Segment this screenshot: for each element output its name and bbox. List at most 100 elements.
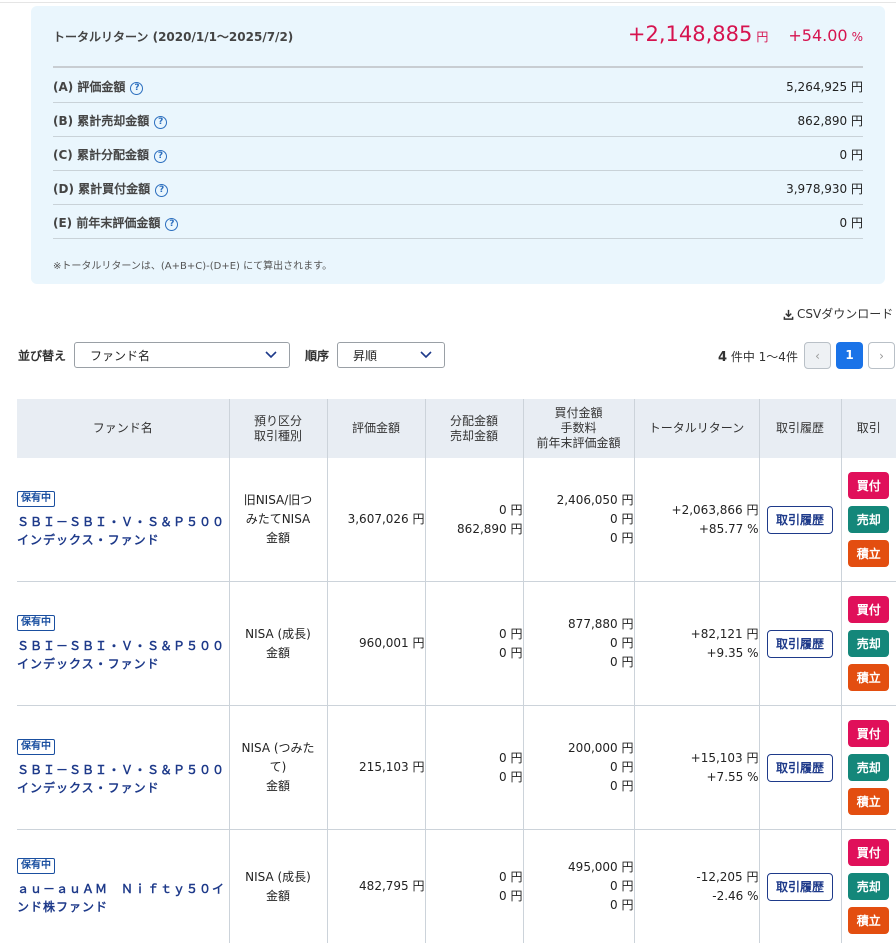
transaction-history-button[interactable]: 取引履歴	[767, 873, 833, 901]
header-distribution: 分配金額売却金額	[425, 399, 523, 458]
total-return-summary: トータルリターン (2020/1/1〜2025/7/2) +2,148,885 円…	[31, 6, 885, 284]
fund-cell: 保有中 ＳＢＩ－ＳＢＩ・Ｖ・Ｓ＆Ｐ５００インデックス・ファンド	[17, 458, 229, 582]
total-return-percent: +54.00	[788, 26, 847, 45]
accumulate-button[interactable]: 積立	[848, 907, 889, 934]
help-circle-icon[interactable]: ?	[154, 150, 167, 163]
summary-row-value: 5,264,925 円	[786, 78, 863, 95]
total-return-unit: 円	[756, 30, 768, 44]
valuation-cell: 482,795 円	[327, 830, 425, 943]
sell-button[interactable]: 売却	[848, 506, 889, 533]
sell-button[interactable]: 売却	[848, 754, 889, 781]
buy-button[interactable]: 買付	[848, 472, 889, 499]
trade-cell: 買付 売却 積立	[841, 706, 896, 830]
help-circle-icon[interactable]: ?	[130, 82, 143, 95]
trade-cell: 買付 売却 積立	[841, 458, 896, 582]
help-circle-icon[interactable]: ?	[165, 218, 178, 231]
table-row: 保有中 ＳＢＩ－ＳＢＩ・Ｖ・Ｓ＆Ｐ５００インデックス・ファンド NISA (つみ…	[17, 706, 896, 830]
summary-row-label: (B) 累計売却金額	[53, 114, 149, 128]
order-label: 順序	[305, 347, 329, 364]
buy-button[interactable]: 買付	[848, 596, 889, 623]
result-count: 4 件中 1〜4件	[718, 348, 798, 365]
fund-name-link[interactable]: ａｕ－ａｕＡＭ Ｎｉｆｔｙ５０インド株ファンド	[17, 880, 229, 916]
transaction-history-button[interactable]: 取引履歴	[767, 630, 833, 658]
valuation-cell: 960,001 円	[327, 582, 425, 706]
sell-button[interactable]: 売却	[848, 630, 889, 657]
summary-row-value: 3,978,930 円	[786, 180, 863, 197]
summary-row-label: (D) 累計買付金額	[53, 182, 150, 196]
fund-cell: 保有中 ＳＢＩ－ＳＢＩ・Ｖ・Ｓ＆Ｐ５００インデックス・ファンド	[17, 582, 229, 706]
transaction-history-button[interactable]: 取引履歴	[767, 506, 833, 534]
header-account-type: 預り区分取引種別	[229, 399, 327, 458]
page-button-1[interactable]: 1	[836, 342, 863, 369]
account-type-cell: NISA (つみたて)金額	[229, 706, 327, 830]
holdings-table: ファンド名 預り区分取引種別 評価金額 分配金額売却金額 買付金額手数料前年末評…	[17, 399, 896, 943]
purchase-cell: 877,880 円0 円0 円	[523, 582, 634, 706]
header-fund-name: ファンド名	[17, 399, 229, 458]
help-circle-icon[interactable]: ?	[154, 116, 167, 129]
purchase-cell: 2,406,050 円0 円0 円	[523, 458, 634, 582]
distribution-cell: 0 円0 円	[425, 830, 523, 943]
csv-download-link[interactable]: CSVダウンロード	[783, 305, 893, 322]
table-header-row: ファンド名 預り区分取引種別 評価金額 分配金額売却金額 買付金額手数料前年末評…	[17, 399, 896, 458]
purchase-cell: 495,000 円0 円0 円	[523, 830, 634, 943]
history-cell: 取引履歴	[759, 706, 841, 830]
fund-name-link[interactable]: ＳＢＩ－ＳＢＩ・Ｖ・Ｓ＆Ｐ５００インデックス・ファンド	[17, 761, 229, 797]
distribution-cell: 0 円862,890 円	[425, 458, 523, 582]
history-cell: 取引履歴	[759, 458, 841, 582]
summary-row-value: 0 円	[840, 146, 863, 163]
holding-badge: 保有中	[17, 491, 55, 507]
valuation-cell: 3,607,026 円	[327, 458, 425, 582]
summary-row-label: (E) 前年末評価金額	[53, 216, 160, 230]
fund-cell: 保有中 ａｕ－ａｕＡＭ Ｎｉｆｔｙ５０インド株ファンド	[17, 830, 229, 943]
summary-title: トータルリターン (2020/1/1〜2025/7/2)	[53, 28, 293, 45]
summary-row-prev-year: (E) 前年末評価金額? 0 円	[53, 204, 863, 239]
sort-select[interactable]: ファンド名	[74, 342, 290, 368]
transaction-history-button[interactable]: 取引履歴	[767, 754, 833, 782]
buy-button[interactable]: 買付	[848, 720, 889, 747]
top-divider	[0, 2, 896, 3]
summary-row-value: 0 円	[840, 214, 863, 231]
summary-row-sold: (B) 累計売却金額? 862,890 円	[53, 102, 863, 137]
header-purchase: 買付金額手数料前年末評価金額	[523, 399, 634, 458]
trade-cell: 買付 売却 積立	[841, 582, 896, 706]
download-icon	[783, 309, 794, 320]
summary-row-distribution: (C) 累計分配金額? 0 円	[53, 136, 863, 171]
valuation-cell: 215,103 円	[327, 706, 425, 830]
account-type-cell: NISA (成長)金額	[229, 830, 327, 943]
account-type-cell: 旧NISA/旧つみたてNISA金額	[229, 458, 327, 582]
header-history: 取引履歴	[759, 399, 841, 458]
chevron-down-icon	[420, 351, 432, 359]
summary-row-valuation: (A) 評価金額? 5,264,925 円	[53, 68, 863, 103]
account-type-cell: NISA (成長)金額	[229, 582, 327, 706]
accumulate-button[interactable]: 積立	[848, 540, 889, 567]
history-cell: 取引履歴	[759, 830, 841, 943]
accumulate-button[interactable]: 積立	[848, 664, 889, 691]
sort-select-value: ファンド名	[90, 349, 150, 363]
summary-row-purchase: (D) 累計買付金額? 3,978,930 円	[53, 170, 863, 205]
total-return-cell: -12,205 円-2.46 %	[634, 830, 759, 943]
accumulate-button[interactable]: 積立	[848, 788, 889, 815]
total-return-amount: +2,148,885	[628, 22, 752, 46]
header-trade: 取引	[841, 399, 896, 458]
distribution-cell: 0 円0 円	[425, 582, 523, 706]
order-select[interactable]: 昇順	[337, 342, 445, 368]
fund-name-link[interactable]: ＳＢＩ－ＳＢＩ・Ｖ・Ｓ＆Ｐ５００インデックス・ファンド	[17, 513, 229, 549]
header-total-return: トータルリターン	[634, 399, 759, 458]
fund-cell: 保有中 ＳＢＩ－ＳＢＩ・Ｖ・Ｓ＆Ｐ５００インデックス・ファンド	[17, 706, 229, 830]
result-count-text: 件中 1〜4件	[727, 350, 798, 364]
buy-button[interactable]: 買付	[848, 839, 889, 866]
chevron-left-icon[interactable]: ‹	[804, 342, 831, 369]
total-return-value: +2,148,885円+54.00%	[628, 22, 863, 46]
summary-row-label: (A) 評価金額	[53, 80, 125, 94]
table-row: 保有中 ＳＢＩ－ＳＢＩ・Ｖ・Ｓ＆Ｐ５００インデックス・ファンド 旧NISA/旧つ…	[17, 458, 896, 582]
sell-button[interactable]: 売却	[848, 873, 889, 900]
csv-download-label: CSVダウンロード	[797, 307, 893, 321]
purchase-cell: 200,000 円0 円0 円	[523, 706, 634, 830]
fund-name-link[interactable]: ＳＢＩ－ＳＢＩ・Ｖ・Ｓ＆Ｐ５００インデックス・ファンド	[17, 637, 229, 673]
table-row: 保有中 ＳＢＩ－ＳＢＩ・Ｖ・Ｓ＆Ｐ５００インデックス・ファンド NISA (成長…	[17, 582, 896, 706]
help-circle-icon[interactable]: ?	[155, 184, 168, 197]
chevron-right-icon[interactable]: ›	[868, 342, 895, 369]
total-return-cell: +15,103 円+7.55 %	[634, 706, 759, 830]
summary-header: トータルリターン (2020/1/1〜2025/7/2) +2,148,885 円…	[53, 6, 863, 66]
total-return-cell: +82,121 円+9.35 %	[634, 582, 759, 706]
